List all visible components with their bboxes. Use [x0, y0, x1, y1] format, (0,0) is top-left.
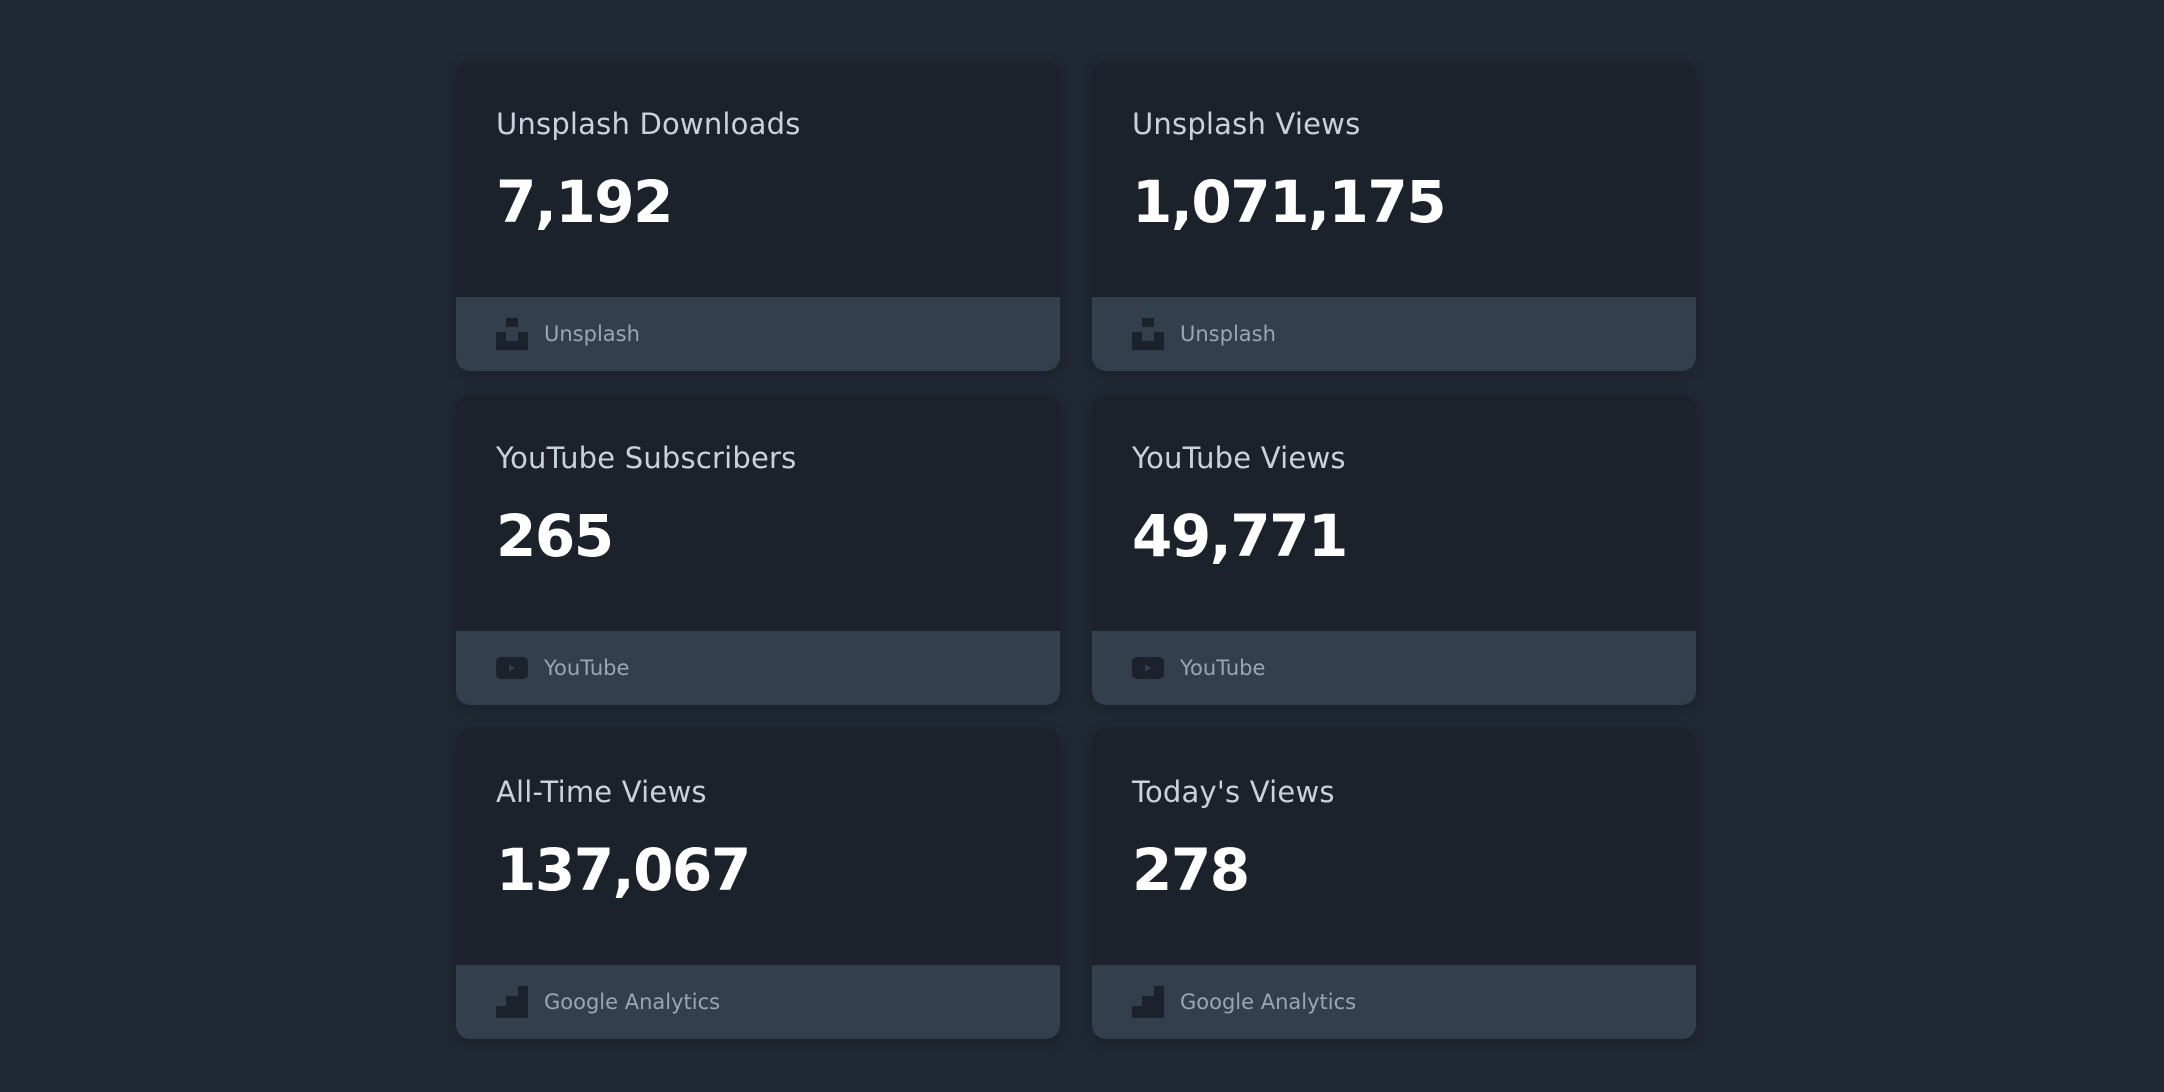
card-body: YouTube Subscribers 265	[456, 395, 1060, 631]
google-analytics-icon	[496, 986, 528, 1018]
card-footer: Google Analytics	[456, 965, 1060, 1039]
source-label: Unsplash	[1180, 322, 1276, 346]
card-body: Unsplash Downloads 7,192	[456, 61, 1060, 297]
stat-card-todays-views[interactable]: Today's Views 278 Google Analytics	[1092, 729, 1696, 1039]
card-title: YouTube Subscribers	[496, 441, 797, 475]
card-value: 278	[1132, 836, 1250, 904]
card-body: All-Time Views 137,067	[456, 729, 1060, 965]
card-value: 49,771	[1132, 502, 1348, 570]
card-title: Unsplash Downloads	[496, 107, 801, 141]
card-title: All-Time Views	[496, 775, 707, 809]
youtube-icon	[1132, 652, 1164, 684]
source-label: Google Analytics	[1180, 990, 1357, 1014]
source-label: YouTube	[544, 656, 630, 680]
card-body: Unsplash Views 1,071,175	[1092, 61, 1696, 297]
card-value: 137,067	[496, 836, 751, 904]
card-footer: YouTube	[1092, 631, 1696, 705]
card-value: 7,192	[496, 168, 673, 236]
card-body: Today's Views 278	[1092, 729, 1696, 965]
source-label: Unsplash	[544, 322, 640, 346]
card-footer: YouTube	[456, 631, 1060, 705]
source-label: Google Analytics	[544, 990, 721, 1014]
stats-grid: Unsplash Downloads 7,192 Unsplash Unspla…	[456, 61, 1696, 1039]
card-footer: Google Analytics	[1092, 965, 1696, 1039]
source-label: YouTube	[1180, 656, 1266, 680]
card-value: 265	[496, 502, 614, 570]
card-footer: Unsplash	[456, 297, 1060, 371]
card-title: YouTube Views	[1132, 441, 1346, 475]
google-analytics-icon	[1132, 986, 1164, 1018]
stat-card-youtube-subscribers[interactable]: YouTube Subscribers 265 YouTube	[456, 395, 1060, 705]
stat-card-unsplash-views[interactable]: Unsplash Views 1,071,175 Unsplash	[1092, 61, 1696, 371]
card-value: 1,071,175	[1132, 168, 1447, 236]
card-title: Unsplash Views	[1132, 107, 1361, 141]
card-footer: Unsplash	[1092, 297, 1696, 371]
card-body: YouTube Views 49,771	[1092, 395, 1696, 631]
card-title: Today's Views	[1132, 775, 1335, 809]
youtube-icon	[496, 652, 528, 684]
unsplash-icon	[1132, 318, 1164, 350]
stat-card-unsplash-downloads[interactable]: Unsplash Downloads 7,192 Unsplash	[456, 61, 1060, 371]
stat-card-youtube-views[interactable]: YouTube Views 49,771 YouTube	[1092, 395, 1696, 705]
stat-card-all-time-views[interactable]: All-Time Views 137,067 Google Analytics	[456, 729, 1060, 1039]
unsplash-icon	[496, 318, 528, 350]
